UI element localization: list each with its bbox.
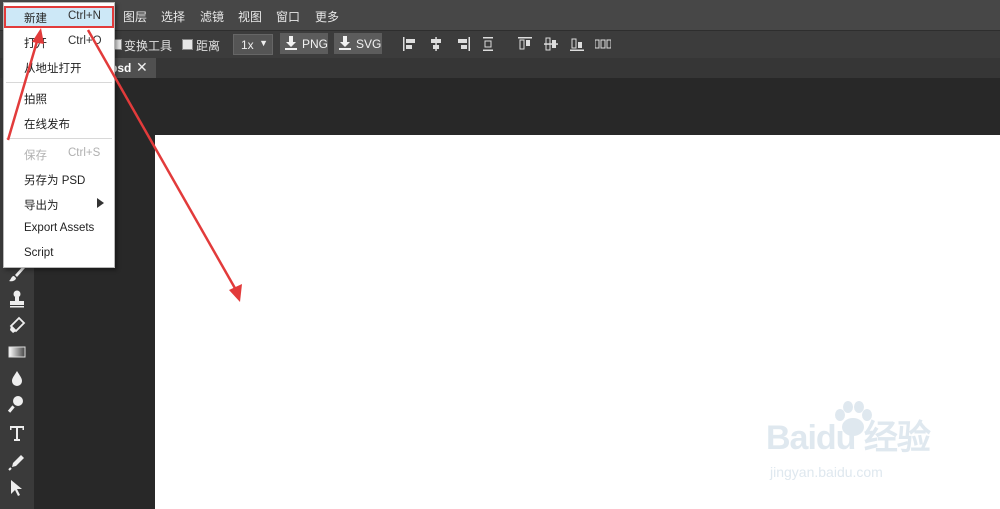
chevron-down-icon: ▼: [259, 38, 268, 48]
menu-item-label: Export Assets: [24, 222, 95, 234]
align-bottom-icon[interactable]: [570, 37, 584, 51]
export-png-label: PNG: [302, 37, 329, 51]
blur-drop-icon: [12, 371, 22, 386]
scale-value: 1x: [241, 38, 254, 52]
menu-item-save: 保存 Ctrl+S: [4, 143, 114, 165]
path-select-tool[interactable]: [7, 478, 27, 498]
eraser-icon: [9, 316, 26, 333]
menu-item-save-as-psd[interactable]: 另存为 PSD: [4, 168, 114, 190]
align-right-icon[interactable]: [456, 37, 470, 51]
shortcut-label: Ctrl+N: [68, 10, 101, 22]
shortcut-label: Ctrl+O: [68, 35, 102, 47]
gradient-icon: [8, 346, 26, 358]
stamp-icon: [10, 290, 24, 308]
menu-separator: [6, 82, 112, 83]
dodge-icon: [7, 396, 23, 413]
pen-tool[interactable]: [7, 452, 27, 472]
text-tool[interactable]: [7, 423, 27, 443]
eraser-tool[interactable]: [7, 315, 27, 335]
watermark-url: jingyan.baidu.com: [770, 464, 883, 480]
menu-item-label: 导出为: [24, 200, 59, 212]
menu-item-export-as[interactable]: 导出为: [4, 193, 114, 215]
menu-bar: 图层 选择 滤镜 视图 窗口 更多: [0, 0, 1000, 30]
menu-item-label: 在线发布: [24, 119, 70, 131]
align-top-icon[interactable]: [518, 37, 532, 51]
menu-layer[interactable]: 图层: [123, 8, 147, 25]
submenu-arrow-icon: [97, 198, 104, 208]
path-select-icon: [11, 480, 22, 496]
export-svg-label: SVG: [356, 37, 382, 51]
menu-view[interactable]: 视图: [238, 8, 262, 25]
distance-checkbox[interactable]: [182, 39, 193, 50]
distance-label: 距离: [196, 39, 221, 53]
menu-filter[interactable]: 滤镜: [200, 8, 224, 25]
transform-label: 变换工具: [124, 39, 173, 53]
menu-item-open[interactable]: 打开 Ctrl+O: [4, 31, 114, 53]
download-icon: [339, 36, 351, 50]
menu-separator: [6, 138, 112, 139]
blur-tool[interactable]: [7, 368, 27, 388]
document-tab-bar: psd ✕: [0, 58, 1000, 78]
align-left-icon[interactable]: [403, 37, 417, 51]
menu-item-new[interactable]: 新建 Ctrl+N: [4, 6, 114, 28]
menu-item-label: 打开: [24, 38, 47, 50]
menu-more[interactable]: 更多: [315, 8, 339, 25]
menu-item-script[interactable]: Script: [4, 243, 114, 265]
text-tool-icon: [10, 426, 24, 441]
menu-item-label: 保存: [24, 150, 47, 162]
menu-select[interactable]: 选择: [161, 8, 185, 25]
menu-item-publish-online[interactable]: 在线发布: [4, 112, 114, 134]
align-center-icon[interactable]: [429, 37, 443, 51]
file-menu: 新建 Ctrl+N 打开 Ctrl+O 从地址打开 拍照 在线发布 保存 Ctr…: [3, 2, 115, 268]
options-bar: 变换工具 距离 1x ▼ PNG SVG: [0, 30, 1000, 58]
distribute-horizontal-icon[interactable]: [595, 37, 611, 51]
download-icon: [285, 36, 297, 50]
pen-tool-icon: [8, 455, 24, 471]
watermark-logo-text: Baidu 经验: [766, 419, 931, 457]
baidu-watermark: Baidu 经验 jingyan.baidu.com: [760, 398, 960, 488]
close-icon[interactable]: ✕: [136, 59, 148, 76]
menu-window[interactable]: 窗口: [276, 8, 300, 25]
dodge-tool[interactable]: [7, 394, 27, 414]
menu-item-label: 新建: [24, 13, 47, 25]
stamp-tool[interactable]: [7, 289, 27, 309]
menu-item-label: 从地址打开: [24, 63, 82, 75]
menu-item-label: 拍照: [24, 94, 47, 106]
shortcut-label: Ctrl+S: [68, 147, 101, 159]
scale-dropdown[interactable]: 1x ▼: [233, 34, 273, 55]
gradient-tool[interactable]: [7, 342, 27, 362]
menu-item-take-photo[interactable]: 拍照: [4, 87, 114, 109]
export-png-button[interactable]: PNG: [280, 33, 328, 54]
menu-item-export-assets[interactable]: Export Assets: [4, 218, 114, 240]
menu-item-label: 另存为 PSD: [24, 175, 86, 187]
distribute-icon[interactable]: [481, 37, 495, 51]
menu-item-label: Script: [24, 247, 54, 259]
menu-item-open-url[interactable]: 从地址打开: [4, 56, 114, 78]
export-svg-button[interactable]: SVG: [334, 33, 382, 54]
align-middle-icon[interactable]: [544, 37, 558, 51]
